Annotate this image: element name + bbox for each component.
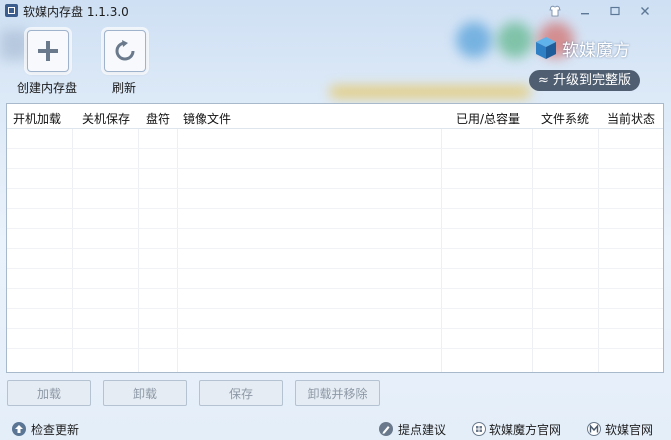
row-divider [7, 308, 663, 309]
feedback-link[interactable]: 提点建议 [398, 421, 446, 438]
title-bar: 软媒内存盘 1.1.3.0 [0, 0, 671, 22]
column-header-used-total[interactable]: 已用/总容量 [456, 110, 520, 127]
column-header-drive-letter[interactable]: 盘符 [146, 110, 170, 127]
window-title: 软媒内存盘 1.1.3.0 [23, 5, 129, 19]
disk-table[interactable]: 开机加载 关机保存 盘符 镜像文件 已用/总容量 文件系统 当前状态 [6, 103, 664, 373]
magic-site-link[interactable]: 软媒魔方官网 [489, 421, 561, 438]
maximize-icon[interactable] [608, 4, 622, 18]
refresh-label[interactable]: 刷新 [112, 79, 136, 96]
load-button[interactable]: 加载 [7, 380, 91, 406]
update-arrow-icon[interactable] [12, 422, 26, 436]
brand-logo-text: 软媒魔方 [562, 41, 630, 61]
column-header-autoload[interactable]: 开机加载 [13, 110, 61, 127]
unload-remove-button[interactable]: 卸载并移除 [295, 380, 380, 406]
column-divider [532, 104, 533, 372]
row-divider [7, 208, 663, 209]
row-divider [7, 168, 663, 169]
row-divider [7, 268, 663, 269]
column-header-status[interactable]: 当前状态 [607, 110, 655, 127]
magic-site-icon[interactable] [472, 422, 486, 436]
row-divider [7, 288, 663, 289]
save-button[interactable]: 保存 [199, 380, 283, 406]
row-divider [7, 148, 663, 149]
background-blur [497, 22, 533, 58]
background-blur [456, 22, 492, 58]
column-divider [72, 104, 73, 372]
row-divider [7, 328, 663, 329]
app-window: 软媒内存盘 1.1.3.0 创建内存盘 刷新 软媒魔方 ≈ 升级到完整版 开机加… [0, 0, 671, 440]
column-divider [598, 104, 599, 372]
skin-icon[interactable] [548, 4, 562, 18]
upgrade-label: 升级到完整版 [553, 73, 632, 88]
create-disk-button[interactable] [27, 30, 69, 72]
column-divider [138, 104, 139, 372]
refresh-button[interactable] [104, 30, 146, 72]
create-disk-label[interactable]: 创建内存盘 [17, 79, 77, 96]
close-icon[interactable] [638, 4, 652, 18]
row-divider [7, 348, 663, 349]
unload-button[interactable]: 卸载 [103, 380, 187, 406]
plus-icon [38, 41, 58, 61]
row-divider [7, 248, 663, 249]
column-header-file-system[interactable]: 文件系统 [541, 110, 589, 127]
row-divider [7, 188, 663, 189]
background-blur [0, 30, 30, 60]
app-icon [5, 4, 18, 17]
column-header-save-on-shutdown[interactable]: 关机保存 [82, 110, 130, 127]
row-divider [7, 228, 663, 229]
minimize-icon[interactable] [578, 4, 592, 18]
feedback-pen-icon[interactable] [379, 422, 393, 436]
column-header-image-file[interactable]: 镜像文件 [183, 110, 231, 127]
refresh-icon [115, 40, 135, 61]
check-update-link[interactable]: 检查更新 [31, 421, 79, 438]
double-chevron-up-icon: ≈ [537, 73, 549, 88]
ruanmei-site-link[interactable]: 软媒官网 [605, 421, 653, 438]
table-header: 开机加载 关机保存 盘符 镜像文件 已用/总容量 文件系统 当前状态 [7, 104, 663, 129]
cube-logo-icon [533, 35, 559, 64]
column-divider [177, 104, 178, 372]
background-blur [330, 86, 530, 98]
column-divider [441, 104, 442, 372]
upgrade-button[interactable]: ≈ 升级到完整版 [529, 70, 640, 91]
ruanmei-logo-icon[interactable] [587, 422, 601, 436]
